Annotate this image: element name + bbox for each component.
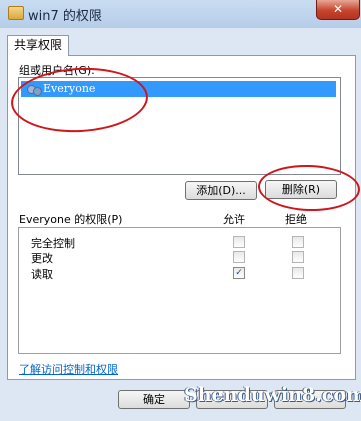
deny-checkbox[interactable] (292, 267, 304, 279)
deny-checkbox[interactable] (292, 236, 304, 248)
tab-share-permissions[interactable]: 共享权限 (7, 35, 69, 56)
watermark: Shenduwin8.com (184, 384, 361, 406)
allow-checkbox[interactable]: ✓ (233, 267, 245, 279)
allow-checkbox[interactable] (233, 236, 245, 248)
permissions-list: 完全控制 更改 读取 ✓ (18, 227, 341, 354)
permission-name: 读取 (31, 268, 53, 281)
permission-row-read: 读取 ✓ (19, 265, 340, 281)
deny-header: 拒绝 (285, 213, 307, 226)
deny-checkbox[interactable] (292, 251, 304, 263)
allow-header: 允许 (223, 213, 245, 226)
access-control-help-link[interactable]: 了解访问控制和权限 (19, 361, 118, 377)
permissions-title: Everyone 的权限(P) (19, 213, 123, 226)
add-button[interactable]: 添加(D)... (185, 181, 257, 200)
permission-row-full-control: 完全控制 (19, 234, 340, 250)
close-icon: ✕ (332, 2, 344, 16)
window-title: win7 的权限 (28, 9, 102, 24)
ok-button[interactable]: 确定 (118, 390, 190, 409)
title-bar: win7 的权限 ✕ (0, 0, 361, 28)
permission-row-change: 更改 (19, 249, 340, 265)
close-button[interactable]: ✕ (316, 0, 360, 20)
folder-icon (8, 6, 24, 20)
permission-name: 更改 (31, 252, 53, 265)
allow-checkbox[interactable] (233, 251, 245, 263)
